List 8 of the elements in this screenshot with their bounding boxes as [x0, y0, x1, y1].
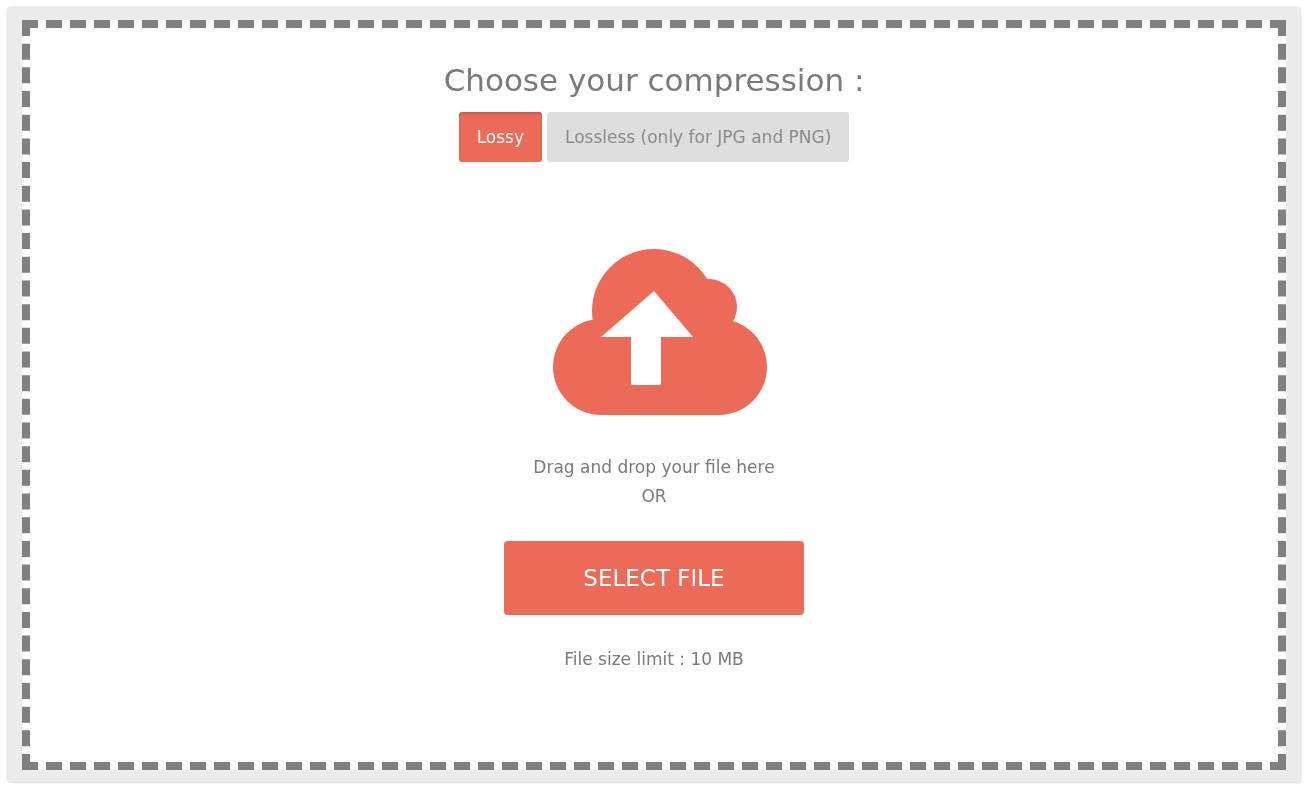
drop-zone[interactable]: Choose your compression : Lossy Lossless (only for JPG and PNG) Drag and drop your file here OR SELECT FILE File size limit : 10 MB — [22, 20, 1286, 770]
page-title: Choose your compression : — [443, 62, 865, 100]
select-file-button[interactable]: SELECT FILE — [504, 541, 804, 615]
drop-hint-text: Drag and drop your file here — [533, 456, 775, 479]
compression-tab[interactable]: Lossless (only for JPG and PNG) — [547, 112, 850, 162]
or-text: OR — [640, 485, 668, 508]
size-limit-text: File size limit : 10 MB — [564, 649, 744, 669]
compression-tab[interactable]: Lossy — [458, 112, 542, 162]
